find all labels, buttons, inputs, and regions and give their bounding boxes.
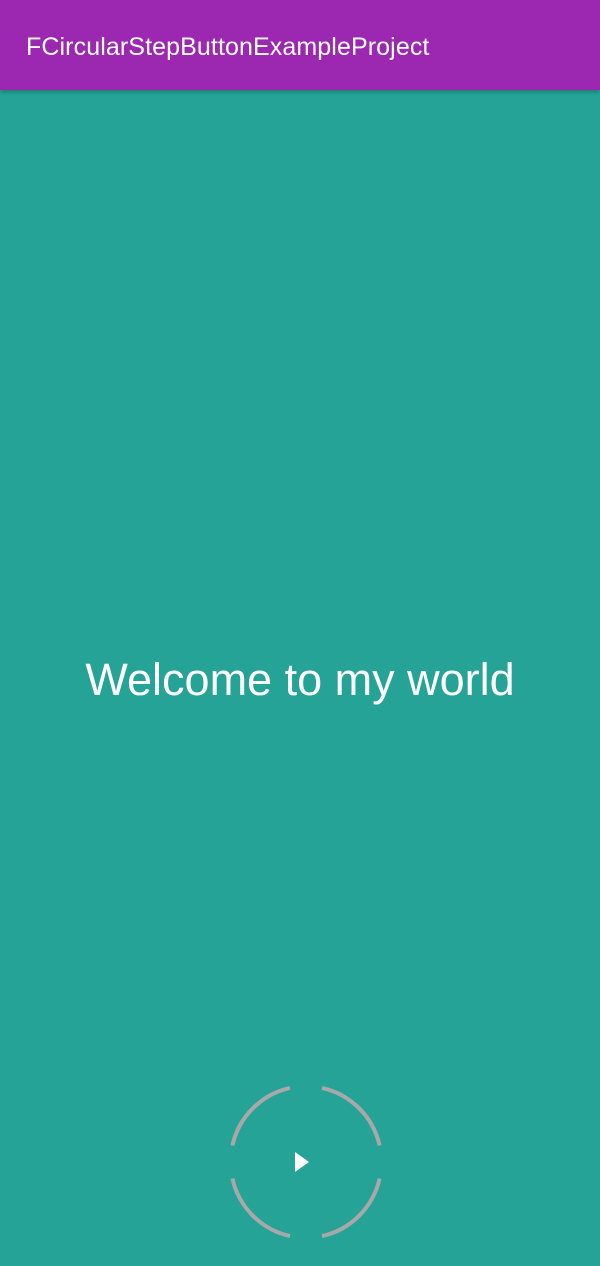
- circular-step-ring: [230, 1085, 382, 1239]
- app-bar: FCircularStepButtonExampleProject: [0, 0, 600, 90]
- app-title: FCircularStepButtonExampleProject: [26, 33, 430, 61]
- main-content: Welcome to my world: [0, 90, 600, 1266]
- app-screen: FCircularStepButtonExampleProject Welcom…: [0, 0, 600, 1266]
- step-segment-top-left: [230, 1085, 291, 1146]
- welcome-text: Welcome to my world: [85, 654, 515, 705]
- step-segment-bottom-right: [321, 1178, 382, 1239]
- circular-step-button[interactable]: [226, 1082, 386, 1242]
- step-segment-bottom-left: [230, 1178, 291, 1239]
- play-icon: [295, 1152, 309, 1172]
- step-segment-top-right: [321, 1085, 382, 1146]
